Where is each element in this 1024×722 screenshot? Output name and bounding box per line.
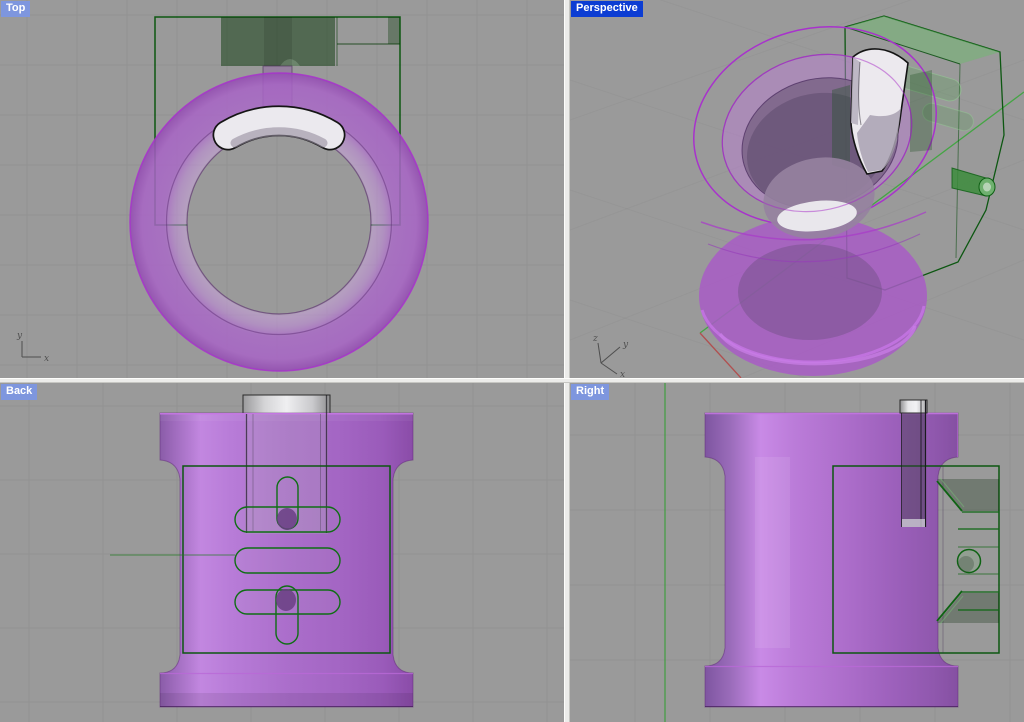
viewport-tab-right[interactable]: Right (571, 384, 609, 400)
right-view-canvas (570, 383, 1024, 722)
svg-text:x: x (620, 370, 625, 378)
axis-gizmo: y x (16, 331, 49, 364)
insert-extrusion-back[interactable] (243, 395, 330, 414)
svg-text:x: x (44, 354, 49, 364)
insert-rod[interactable] (900, 400, 927, 527)
svg-text:z: z (592, 334, 598, 344)
viewport-splitter-horizontal[interactable] (0, 378, 1024, 383)
cad-4view-window: y x Top (0, 0, 1024, 722)
viewport-right[interactable]: Right (570, 383, 1024, 722)
purple-spool[interactable] (670, 0, 960, 376)
viewport-tab-perspective[interactable]: Perspective (571, 1, 643, 17)
viewport-tab-top[interactable]: Top (1, 1, 30, 17)
axis-gizmo: z y x (592, 334, 629, 378)
svg-text:y: y (16, 331, 23, 341)
viewport-tab-back[interactable]: Back (1, 384, 37, 400)
viewport-top[interactable]: y x Top (0, 0, 564, 378)
svg-text:y: y (622, 340, 629, 350)
perspective-view-canvas: z y x (570, 0, 1024, 378)
top-view-canvas: y x (0, 0, 564, 378)
viewport-back[interactable]: Back (0, 383, 564, 722)
viewport-perspective[interactable]: z y x Perspective (570, 0, 1024, 378)
white-insert[interactable] (228, 121, 330, 143)
back-view-canvas (0, 383, 564, 722)
viewport-splitter-vertical[interactable] (564, 0, 570, 722)
